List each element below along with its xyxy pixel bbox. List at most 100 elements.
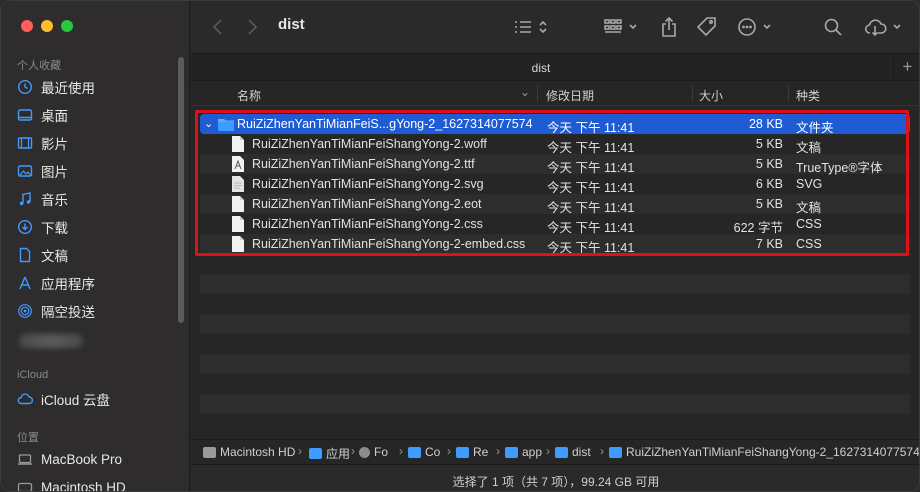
column-date[interactable]: 修改日期: [546, 87, 594, 104]
sidebar-item-label: 下载: [41, 221, 68, 236]
file-date: 今天 下午 11:41: [547, 241, 635, 255]
sidebar-item-macbook-pro[interactable]: MacBook Pro: [17, 447, 122, 471]
gear-icon: [359, 446, 370, 458]
file-size: 5 KB: [755, 157, 783, 171]
folder-icon: [555, 446, 568, 458]
music-icon: [17, 191, 33, 207]
download-icon: [17, 219, 33, 235]
clock-icon: [17, 79, 33, 95]
sidebar-item-icloud-drive[interactable]: iCloud 云盘: [17, 387, 110, 411]
sidebar-item-label: MacBook Pro: [41, 451, 123, 467]
file-name: RuiZiZhenYanTiMianFeiShangYong-2.svg: [252, 177, 484, 191]
sidebar-item-applications[interactable]: 应用程序: [17, 271, 95, 295]
minimize-button[interactable]: [41, 20, 53, 32]
path-crumb[interactable]: 应用: [309, 445, 350, 462]
path-crumb-label: 应用: [326, 447, 351, 461]
sidebar: 个人收藏 最近使用 桌面 影片 图片 音乐 下载 文稿 应用程序 隔空投送 iC…: [1, 1, 190, 492]
sidebar-item-music[interactable]: 音乐: [17, 187, 68, 211]
toolbar: dist: [191, 1, 919, 53]
airdrop-icon: [17, 303, 33, 319]
sidebar-item-label: Macintosh HD: [41, 479, 126, 492]
table-row[interactable]: RuiZiZhenYanTiMianFeiShangYong-2.svg 今天 …: [200, 174, 910, 195]
sidebar-scrollbar[interactable]: [178, 57, 184, 323]
font-file-icon: [232, 156, 244, 172]
file-name: RuiZiZhenYanTiMianFeiShangYong-2.eot: [252, 197, 482, 211]
new-tab-button[interactable]: +: [893, 54, 919, 81]
path-separator: ›: [399, 444, 403, 458]
path-crumb[interactable]: Macintosh HD: [203, 445, 295, 459]
locations-header: 位置: [17, 432, 39, 444]
sidebar-item-recents[interactable]: 最近使用: [17, 75, 95, 99]
table-row[interactable]: RuiZiZhenYanTiMianFeiShangYong-2.woff 今天…: [200, 134, 910, 155]
sidebar-item-label: 隔空投送: [41, 305, 95, 320]
path-separator: ›: [298, 444, 302, 458]
icloud-download-button[interactable]: [863, 15, 907, 39]
share-icon: [662, 16, 676, 37]
disclosure-chevron-icon[interactable]: ⌄: [204, 117, 213, 130]
column-kind[interactable]: 种类: [796, 87, 820, 104]
path-crumb[interactable]: dist: [555, 445, 591, 459]
search-button[interactable]: [823, 15, 843, 39]
file-name: RuiZiZhenYanTiMianFeiShangYong-2.ttf: [252, 157, 475, 171]
sidebar-item-documents[interactable]: 文稿: [17, 243, 68, 267]
empty-row: [200, 394, 910, 414]
more-actions-button[interactable]: [737, 15, 775, 39]
sidebar-item-label: 音乐: [41, 193, 68, 208]
path-separator: ›: [546, 444, 550, 458]
share-button[interactable]: [660, 15, 678, 39]
zoom-button[interactable]: [61, 20, 73, 32]
tab-dist[interactable]: dist: [191, 61, 891, 75]
window-controls: [21, 20, 73, 32]
document-icon: [232, 216, 244, 232]
sidebar-item-downloads[interactable]: 下载: [17, 215, 68, 239]
table-row[interactable]: RuiZiZhenYanTiMianFeiShangYong-2.ttf 今天 …: [200, 154, 910, 175]
sidebar-item-airdrop[interactable]: 隔空投送: [17, 299, 95, 323]
blurred-sidebar-item[interactable]: [19, 334, 83, 348]
path-crumb[interactable]: Fo: [359, 445, 388, 459]
film-icon: [17, 135, 33, 151]
empty-row: [200, 354, 910, 374]
path-crumb-label: app: [522, 445, 543, 459]
group-button[interactable]: [603, 15, 641, 39]
column-name[interactable]: 名称: [237, 87, 261, 104]
status-text: 选择了 1 项（共 7 项），99.24 GB 可用: [452, 475, 660, 489]
path-crumb[interactable]: Co: [408, 445, 440, 459]
close-button[interactable]: [21, 20, 33, 32]
sidebar-item-pictures[interactable]: 图片: [17, 159, 68, 183]
path-crumb[interactable]: Re: [456, 445, 488, 459]
file-kind: CSS: [796, 237, 822, 251]
table-row[interactable]: RuiZiZhenYanTiMianFeiShangYong-2.eot 今天 …: [200, 194, 910, 215]
tab-bar: dist +: [191, 53, 919, 81]
document-icon: [17, 247, 33, 263]
table-row-folder[interactable]: ⌄ RuiZiZhenYanTiMianFeiS...gYong-2_16273…: [200, 114, 910, 135]
path-crumb[interactable]: app: [505, 445, 542, 459]
sidebar-item-macintosh-hd[interactable]: Macintosh HD: [17, 475, 126, 492]
chevron-left-icon: [212, 19, 222, 35]
empty-row: [200, 314, 910, 334]
back-button[interactable]: [211, 15, 225, 39]
document-icon: [232, 136, 244, 152]
sidebar-item-movies[interactable]: 影片: [17, 131, 68, 155]
tag-button[interactable]: [696, 15, 718, 39]
path-separator: ›: [351, 444, 355, 458]
folder-icon: [309, 448, 322, 459]
table-row[interactable]: RuiZiZhenYanTiMianFeiShangYong-2.css 今天 …: [200, 214, 910, 235]
table-row[interactable]: RuiZiZhenYanTiMianFeiShangYong-2-embed.c…: [200, 234, 910, 255]
path-crumb[interactable]: RuiZiZhenYanTiMianFeiShangYong-2_1627314…: [609, 445, 919, 459]
ellipsis-icon: [738, 18, 771, 36]
path-crumb-label: Fo: [374, 445, 389, 459]
desktop-icon: [17, 107, 33, 123]
path-crumb-label: dist: [572, 445, 591, 459]
sidebar-item-label: iCloud 云盘: [41, 393, 111, 408]
column-size[interactable]: 大小: [699, 87, 723, 104]
path-crumb-label: Re: [473, 445, 489, 459]
path-crumb-label: Macintosh HD: [220, 445, 296, 459]
forward-button[interactable]: [245, 15, 259, 39]
path-bar: Macintosh HD › 应用 › Fo › Co › Re › app ›…: [191, 439, 919, 463]
sidebar-item-desktop[interactable]: 桌面: [17, 103, 68, 127]
list-view-button[interactable]: [513, 15, 549, 39]
icloud-header: iCloud: [17, 369, 49, 381]
tag-icon: [696, 17, 716, 37]
sort-chevron-icon[interactable]: ⌄: [520, 85, 530, 99]
grid-icon: [604, 19, 637, 33]
